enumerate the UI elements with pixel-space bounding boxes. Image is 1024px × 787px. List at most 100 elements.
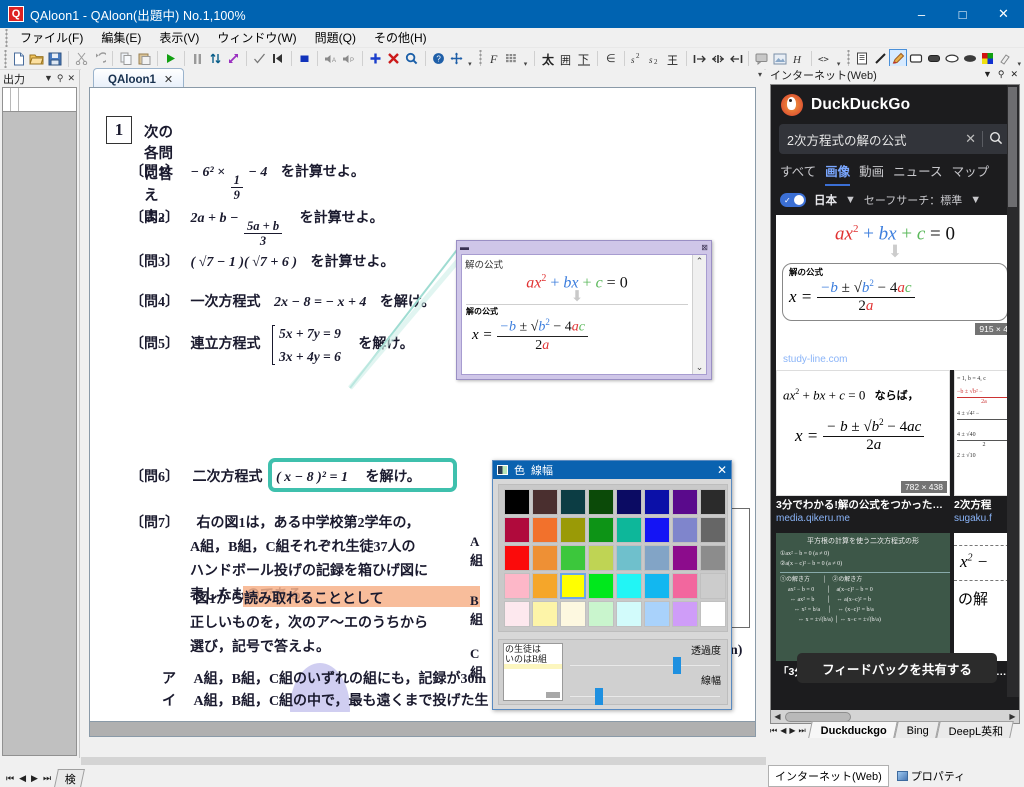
- color-swatch-r1-c7[interactable]: [672, 489, 698, 515]
- color-swatch-r4-c2[interactable]: [532, 573, 558, 599]
- chevron-down-icon[interactable]: ▼: [983, 69, 992, 80]
- menu-other[interactable]: その他(H): [365, 27, 436, 48]
- transparency-slider-track[interactable]: [569, 664, 721, 667]
- color-swatch-r4-c8[interactable]: [700, 573, 726, 599]
- close-icon[interactable]: ✕: [164, 73, 173, 86]
- nav-last-icon[interactable]: ⏭: [43, 773, 51, 784]
- color-swatch-r4-c1[interactable]: [504, 573, 530, 599]
- maximize-button[interactable]: □: [942, 0, 983, 28]
- close-icon[interactable]: ✕: [67, 73, 75, 84]
- new-document-icon[interactable]: [10, 49, 28, 69]
- linewidth-slider-thumb[interactable]: [594, 688, 603, 705]
- color-dialog-titlebar[interactable]: 色 線幅 ✕: [493, 461, 731, 479]
- color-swatch-r3-c8[interactable]: [700, 545, 726, 571]
- color-linewidth-dialog[interactable]: 色 線幅 ✕ の生徒は いのはB組 透過度 線幅: [492, 460, 732, 710]
- color-swatch-r5-c7[interactable]: [672, 601, 698, 627]
- color-swatch-r4-c4[interactable]: [588, 573, 614, 599]
- region-label[interactable]: 日本: [814, 192, 837, 208]
- formula-window-titlebar[interactable]: ▬ ⊠: [457, 241, 711, 253]
- color-swatch-r1-c2[interactable]: [532, 489, 558, 515]
- color-swatch-r3-c1[interactable]: [504, 545, 530, 571]
- result-3-title[interactable]: 2次方程: [954, 496, 1014, 512]
- result-1-url[interactable]: study-line.com: [776, 353, 1014, 370]
- transparency-slider-thumb[interactable]: [672, 657, 681, 674]
- color-swatch-r4-c5[interactable]: [616, 573, 642, 599]
- color-swatch-r5-c5[interactable]: [616, 601, 642, 627]
- close-icon[interactable]: ⊠: [701, 243, 708, 252]
- nav-first-icon[interactable]: ⏮: [6, 773, 14, 784]
- color-swatch-r1-c5[interactable]: [616, 489, 642, 515]
- image-result-3[interactable]: = 1, b = 4, c −b ± √b² − 2a 4 ± √4² − 2 …: [954, 370, 1014, 529]
- close-icon[interactable]: ✕: [717, 463, 727, 477]
- nav-first-icon[interactable]: ⏮: [770, 726, 777, 736]
- color-swatch-grid[interactable]: [498, 484, 728, 632]
- result-3-url[interactable]: sugaku.f: [954, 512, 1014, 529]
- color-swatch-r3-c4[interactable]: [588, 545, 614, 571]
- color-swatch-r1-c6[interactable]: [644, 489, 670, 515]
- color-swatch-r3-c6[interactable]: [644, 545, 670, 571]
- color-swatch-r4-c3[interactable]: [560, 573, 586, 599]
- browser-vertical-scrollbar[interactable]: [1007, 85, 1019, 697]
- color-swatch-r2-c2[interactable]: [532, 517, 558, 543]
- color-swatch-r5-c4[interactable]: [588, 601, 614, 627]
- color-swatch-r2-c1[interactable]: [504, 517, 530, 543]
- dock-tab-internet[interactable]: インターネット(Web): [768, 765, 889, 787]
- result-2-url[interactable]: media.qikeru.me: [776, 512, 950, 529]
- open-folder-icon[interactable]: [28, 49, 46, 69]
- search-icon[interactable]: [989, 131, 1003, 148]
- save-icon[interactable]: [46, 49, 64, 69]
- menu-view[interactable]: 表示(V): [150, 27, 208, 48]
- color-swatch-r3-c2[interactable]: [532, 545, 558, 571]
- dock-tab-properties[interactable]: プロパティ: [891, 766, 971, 786]
- pin-icon[interactable]: ⚲: [998, 69, 1005, 80]
- nav-last-icon[interactable]: ⏭: [799, 726, 806, 736]
- image-result-4-thumbnail[interactable]: 平方根の計算を使う二次方程式の形 ①ax² − b = 0 (a ≠ 0) ②a…: [776, 533, 950, 661]
- feedback-toast[interactable]: フィードバックを共有する: [797, 653, 997, 683]
- color-swatch-r3-c3[interactable]: [560, 545, 586, 571]
- chevron-down-icon[interactable]: ▼: [44, 73, 53, 84]
- nav-next-icon[interactable]: ▶: [789, 726, 795, 736]
- image-result-1[interactable]: ax2 + bx + c = 0 ⬇ 解の公式 x = −b ± √b2 − 4…: [776, 215, 1014, 370]
- image-result-5-thumbnail[interactable]: x2 − の解: [954, 533, 1014, 661]
- linewidth-slider-track[interactable]: [569, 695, 721, 698]
- menu-grip-handle[interactable]: [2, 28, 11, 47]
- tab-videos[interactable]: 動画: [859, 161, 884, 186]
- result-2-title[interactable]: 3分でわかる!解の公式をつかった…: [776, 496, 950, 512]
- search-box[interactable]: 2次方程式の解の公式 ✕: [779, 124, 1011, 154]
- browser-tab-deepl[interactable]: DeepL英和: [935, 721, 1014, 738]
- nav-next-icon[interactable]: ▶: [31, 773, 38, 784]
- color-swatch-r3-c7[interactable]: [672, 545, 698, 571]
- browser-tab-bing[interactable]: Bing: [893, 721, 940, 738]
- color-swatch-r2-c8[interactable]: [700, 517, 726, 543]
- color-swatch-r1-c3[interactable]: [560, 489, 586, 515]
- image-result-1-thumbnail[interactable]: ax2 + bx + c = 0 ⬇ 解の公式 x = −b ± √b2 − 4…: [776, 215, 1014, 337]
- color-swatch-r2-c5[interactable]: [616, 517, 642, 543]
- menu-file[interactable]: ファイル(F): [11, 27, 92, 48]
- color-swatch-r1-c8[interactable]: [700, 489, 726, 515]
- scroll-down-icon[interactable]: ⌄: [693, 361, 706, 374]
- output-pane-body[interactable]: [2, 87, 77, 756]
- minimize-button[interactable]: –: [901, 0, 942, 28]
- toolbar-grip-3[interactable]: [845, 49, 852, 68]
- tab-maps[interactable]: マップ: [952, 161, 990, 186]
- embedded-browser[interactable]: DuckDuckGo 2次方程式の解の公式 ✕ すべて 画像 動画 ニュース マ…: [770, 84, 1020, 724]
- document-tab-qaloon1[interactable]: QAloon1 ✕: [93, 68, 185, 88]
- scrollbar-thumb[interactable]: [1008, 87, 1017, 207]
- color-swatch-r5-c1[interactable]: [504, 601, 530, 627]
- color-dialog-tab-color[interactable]: 色: [514, 462, 525, 478]
- clear-search-icon[interactable]: ✕: [965, 131, 976, 147]
- color-swatch-r2-c6[interactable]: [644, 517, 670, 543]
- color-dialog-tab-linewidth[interactable]: 線幅: [531, 462, 553, 478]
- chevron-down-icon[interactable]: ▼: [970, 194, 981, 206]
- formula-preview-window[interactable]: ▬ ⊠ 解の公式 ax2 + bx + c = 0 ⬇ 解の公式 x = −b …: [456, 240, 712, 380]
- color-swatch-r5-c2[interactable]: [532, 601, 558, 627]
- chevron-down-icon[interactable]: ▼: [845, 194, 856, 206]
- color-swatch-r1-c4[interactable]: [588, 489, 614, 515]
- formula-window-scrollbar[interactable]: ⌃ ⌄: [692, 255, 706, 374]
- close-button[interactable]: ✕: [983, 0, 1024, 28]
- color-swatch-r3-c5[interactable]: [616, 545, 642, 571]
- nav-prev-icon[interactable]: ◀: [780, 726, 786, 736]
- menu-edit[interactable]: 編集(E): [92, 27, 150, 48]
- close-icon[interactable]: ✕: [1010, 69, 1018, 80]
- tab-all[interactable]: すべて: [780, 161, 816, 186]
